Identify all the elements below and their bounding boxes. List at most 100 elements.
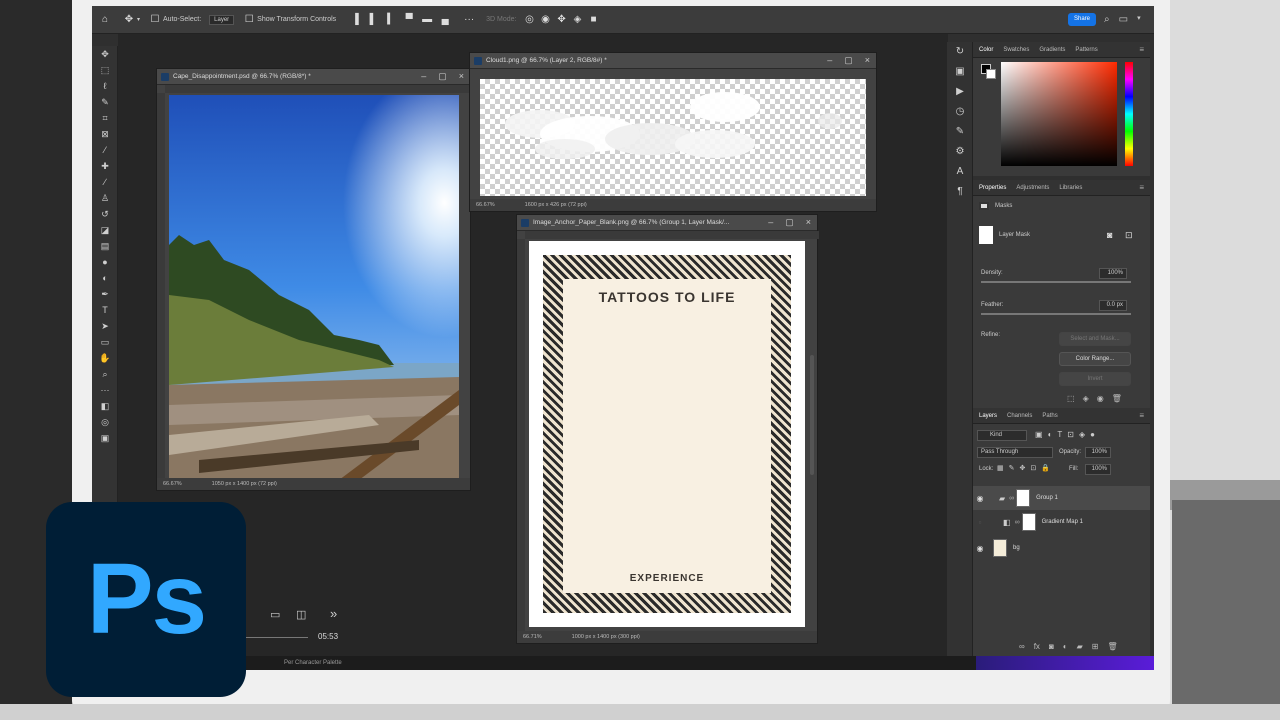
maximize-icon[interactable]: ▢	[785, 217, 794, 228]
foreground-background-icon[interactable]: ◧	[92, 398, 118, 414]
quick-mask-icon[interactable]: ◎	[92, 414, 118, 430]
3d-roll-icon[interactable]: ◉	[541, 14, 551, 25]
move-tool-icon[interactable]: ✥	[92, 46, 118, 62]
layer-name[interactable]: bg	[1013, 545, 1020, 551]
filter-adjustment-icon[interactable]: ◐	[1048, 430, 1053, 439]
layer-name[interactable]: Group 1	[1036, 495, 1058, 501]
layer-mask-thumbnail[interactable]	[979, 226, 993, 244]
tab-layers[interactable]: Layers	[979, 413, 997, 419]
filter-smart-icon[interactable]: ◈	[1079, 430, 1085, 439]
pen-tool-icon[interactable]: ✒	[92, 286, 118, 302]
lock-artboard-icon[interactable]: ⊡	[1030, 464, 1036, 472]
new-layer-icon[interactable]: ⊞	[1092, 642, 1099, 651]
document-window-cape[interactable]: Cape_Disappointment.psd @ 66.7% (RGB/8*)…	[156, 68, 472, 491]
visibility-eye-icon[interactable]: ◉	[973, 544, 987, 553]
link-layers-icon[interactable]: ∞	[1019, 642, 1025, 651]
panel-menu-icon[interactable]: ≡	[1139, 45, 1144, 54]
tab-gradients[interactable]: Gradients	[1039, 47, 1065, 53]
kind-filter-dropdown[interactable]: Kind	[977, 430, 1027, 441]
workspace-icon[interactable]: ▭	[1119, 14, 1128, 25]
document-window-anchor[interactable]: Image_Anchor_Paper_Blank.png @ 66.7% (Gr…	[516, 214, 819, 644]
select-and-mask-button[interactable]: Select and Mask...	[1059, 332, 1131, 346]
delete-icon[interactable]: 🗑	[1112, 394, 1122, 403]
filter-pixel-icon[interactable]: ▣	[1035, 430, 1043, 439]
path-select-tool-icon[interactable]: ➤	[92, 318, 118, 334]
lock-transparency-icon[interactable]: ▦	[997, 464, 1004, 472]
pixel-mask-icon[interactable]: ◙	[1107, 230, 1112, 240]
quick-select-tool-icon[interactable]: ✎	[92, 94, 118, 110]
history-icon[interactable]: ↻	[947, 42, 973, 62]
visibility-icon[interactable]: ◉	[1097, 394, 1104, 403]
tab-properties[interactable]: Properties	[979, 185, 1006, 191]
screen-mode-icon[interactable]: ▣	[92, 430, 118, 446]
skip-icon[interactable]: »	[330, 606, 337, 621]
mask-thumbnail[interactable]	[1021, 513, 1036, 531]
healing-tool-icon[interactable]: ✚	[92, 158, 118, 174]
zoom-tool-icon[interactable]: ⌕	[92, 366, 118, 382]
close-icon[interactable]: ×	[459, 71, 464, 82]
layer-row-bg[interactable]: ◉ bg	[973, 536, 1150, 560]
align-middle-icon[interactable]: ▬	[422, 14, 432, 25]
tab-adjustments[interactable]: Adjustments	[1016, 185, 1049, 191]
dodge-tool-icon[interactable]: ◐	[92, 270, 118, 286]
density-field[interactable]: 100%	[1099, 268, 1127, 279]
move-tool-icon[interactable]: ✥	[124, 14, 134, 25]
lasso-tool-icon[interactable]: ℓ	[92, 78, 118, 94]
more-icon[interactable]: ···	[464, 14, 474, 25]
eraser-tool-icon[interactable]: ◪	[92, 222, 118, 238]
filter-toggle-icon[interactable]: ●	[1090, 430, 1095, 439]
rectangle-tool-icon[interactable]: ▭	[92, 334, 118, 350]
zoom-value[interactable]: 66.67%	[476, 202, 495, 208]
zoom-value[interactable]: 66.67%	[163, 481, 182, 487]
close-icon[interactable]: ×	[865, 55, 870, 66]
feather-slider[interactable]	[981, 313, 1131, 315]
brush-settings-icon[interactable]: ✎	[947, 122, 973, 142]
fx-icon[interactable]: fx	[1034, 642, 1040, 651]
comments-icon[interactable]: ▣	[947, 62, 973, 82]
paragraph-icon[interactable]: ¶	[947, 182, 973, 202]
add-mask-icon[interactable]: ◙	[1049, 642, 1054, 651]
marquee-tool-icon[interactable]: ⬚	[92, 62, 118, 78]
3d-orbit-icon[interactable]: ◎	[525, 14, 535, 25]
color-range-button[interactable]: Color Range...	[1059, 352, 1131, 366]
brush-tool-icon[interactable]: ∕	[92, 174, 118, 190]
mask-thumbnail[interactable]	[1016, 489, 1031, 507]
history-panel-icon[interactable]: ◷	[947, 102, 973, 122]
blur-tool-icon[interactable]: ●	[92, 254, 118, 270]
close-icon[interactable]: ×	[806, 217, 811, 228]
tab-patterns[interactable]: Patterns	[1075, 47, 1097, 53]
align-top-icon[interactable]: ▀	[404, 14, 414, 25]
more-tools-icon[interactable]: ···	[92, 382, 118, 398]
3d-drag-icon[interactable]: ✥	[557, 14, 567, 25]
align-right-icon[interactable]: ▍	[386, 14, 396, 25]
feather-field[interactable]: 0.0 px	[1099, 300, 1127, 311]
airplay-icon[interactable]: ▭	[270, 608, 280, 621]
share-button[interactable]: Share	[1068, 13, 1096, 26]
align-bottom-icon[interactable]: ▄	[440, 14, 450, 25]
delete-layer-icon[interactable]: 🗑	[1107, 642, 1117, 651]
document-title-bar[interactable]: Cape_Disappointment.psd @ 66.7% (RGB/8*)…	[157, 69, 470, 85]
minimize-icon[interactable]: –	[768, 217, 773, 228]
checkbox-icon[interactable]: ☐	[244, 14, 254, 25]
layer-row-gradient-map[interactable]: ▫ ◧ ∞ Gradient Map 1	[973, 510, 1150, 534]
maximize-icon[interactable]: ▢	[438, 71, 447, 82]
document-title-bar[interactable]: Image_Anchor_Paper_Blank.png @ 66.7% (Gr…	[517, 215, 817, 231]
frame-tool-icon[interactable]: ⊠	[92, 126, 118, 142]
lock-position-icon[interactable]: ✥	[1020, 464, 1026, 472]
layer-row-group-1[interactable]: ◉ ▰ ∞ Group 1	[973, 486, 1150, 510]
filter-shape-icon[interactable]: ⊡	[1067, 430, 1074, 439]
gradient-tool-icon[interactable]: ▤	[92, 238, 118, 254]
blend-mode-dropdown[interactable]: Pass Through	[977, 447, 1053, 458]
minimize-icon[interactable]: –	[421, 71, 426, 82]
lock-all-icon[interactable]: 🔒	[1041, 464, 1050, 472]
align-left-icon[interactable]: ▐	[350, 14, 360, 25]
visibility-off-icon[interactable]: ▫	[973, 518, 987, 527]
crop-tool-icon[interactable]: ⌗	[92, 110, 118, 126]
invert-button[interactable]: Invert	[1059, 372, 1131, 386]
density-slider[interactable]	[981, 281, 1131, 283]
type-tool-icon[interactable]: T	[92, 302, 118, 318]
auto-select-dropdown[interactable]: Layer	[209, 14, 235, 25]
search-icon[interactable]: ⌕	[1104, 14, 1110, 25]
foreground-background-swatch[interactable]	[981, 64, 997, 80]
chevron-down-icon[interactable]: ▾	[137, 16, 140, 23]
